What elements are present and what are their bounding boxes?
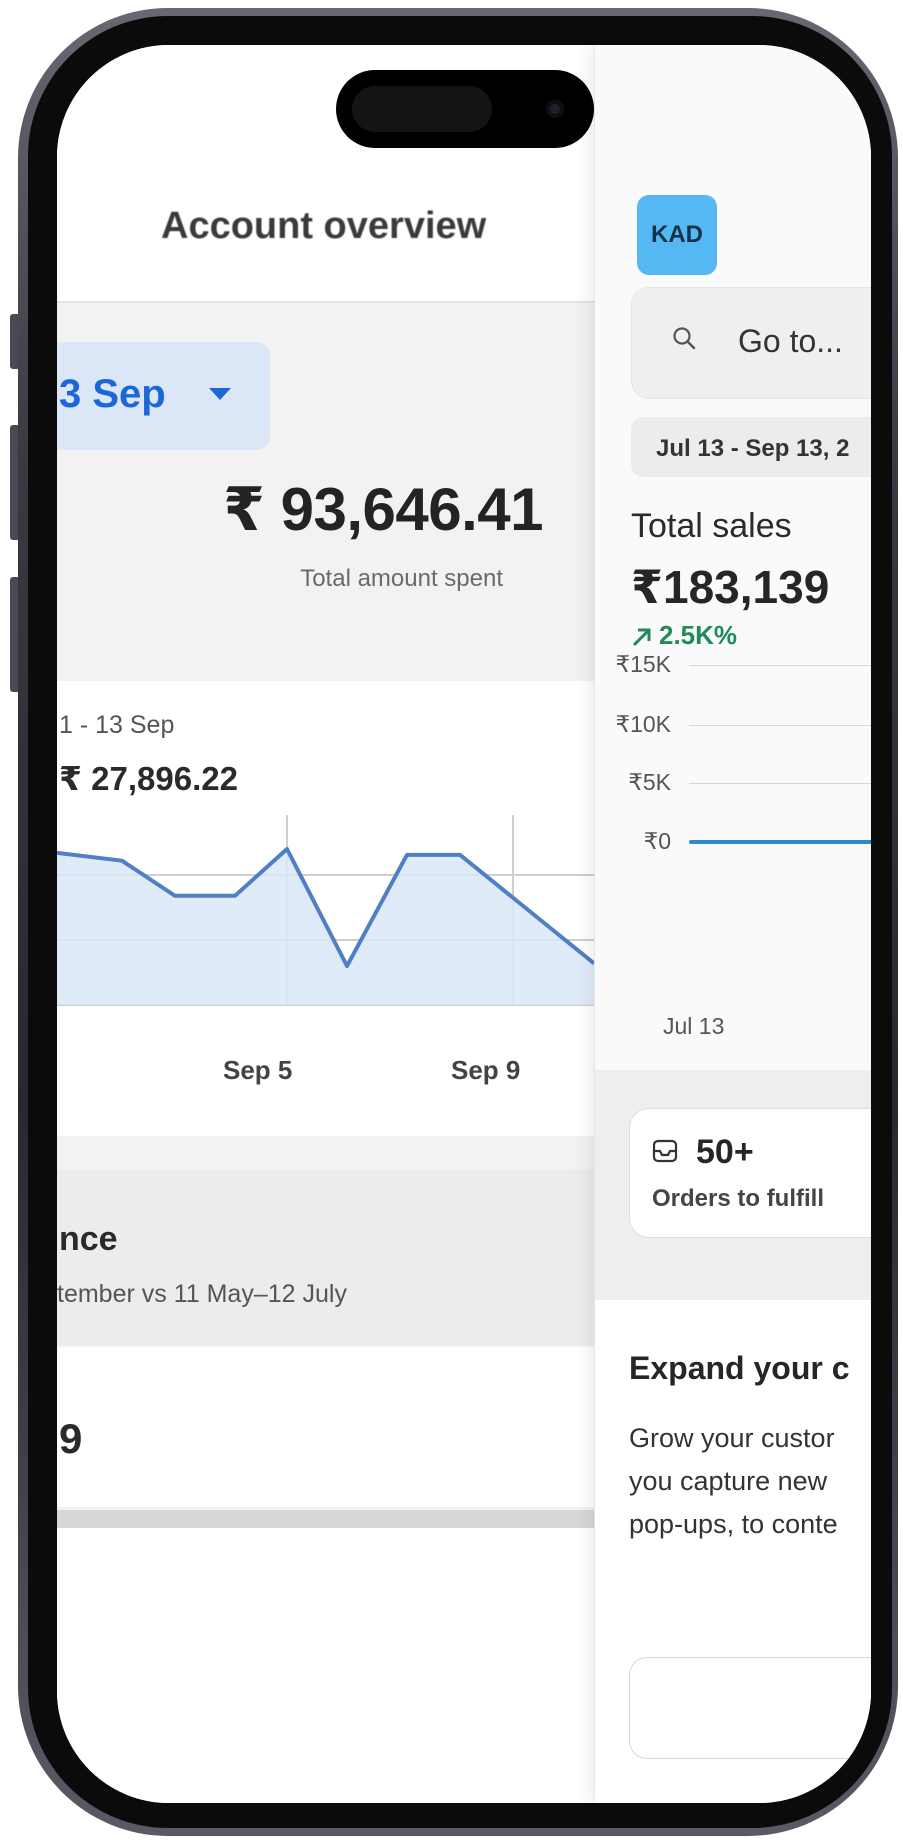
expand-card-body: Grow your custor you capture new pop-ups… — [629, 1423, 838, 1539]
section-separator — [57, 1510, 594, 1528]
stat-value: 9 — [59, 1415, 83, 1462]
performance-title: nce — [59, 1220, 118, 1258]
grid-line — [689, 783, 871, 784]
search-placeholder: Go to... — [738, 323, 843, 359]
y-tick-label: ₹15K — [615, 651, 671, 677]
grid-line — [689, 725, 871, 726]
grid-line — [689, 665, 871, 666]
x-tick-label: Jul 13 — [663, 1013, 725, 1039]
divider — [57, 301, 594, 303]
sensor — [352, 86, 492, 132]
performance-subtitle: tember vs 11 May–12 July — [57, 1280, 347, 1308]
dynamic-island — [336, 70, 594, 148]
camera-icon — [546, 100, 564, 118]
expand-card-title: Expand your c — [629, 1350, 850, 1386]
spend-area-chart — [57, 815, 594, 1006]
date-range-dropdown[interactable]: 3 Sep — [57, 342, 270, 450]
date-range-button[interactable]: Jul 13 - Sep 13, 2 — [631, 417, 871, 477]
orders-label: Orders to fulfill — [652, 1185, 825, 1212]
performance-card[interactable] — [57, 1170, 594, 1345]
sales-change-value: 2.5K% — [659, 620, 738, 650]
shopify-panel: KAD Go to... Jul 13 - Sep 13, 2 Total sa… — [595, 45, 871, 1803]
y-tick-label: ₹0 — [643, 828, 671, 854]
total-sales-label: Total sales — [631, 507, 792, 545]
footer-area — [57, 1528, 594, 1803]
store-avatar[interactable]: KAD — [637, 195, 717, 275]
sales-change-badge: 2.5K% — [631, 620, 737, 651]
y-tick-label: ₹10K — [615, 711, 671, 737]
date-range-label: Jul 13 - Sep 13, 2 — [656, 435, 850, 462]
caret-down-icon — [209, 388, 231, 400]
search-input[interactable]: Go to... — [631, 287, 871, 399]
stat-card — [57, 1347, 594, 1507]
y-tick-label: ₹5K — [628, 769, 671, 795]
total-sales-value: ₹183,139 — [631, 561, 830, 613]
search-icon — [673, 327, 696, 350]
orders-count: 50+ — [696, 1133, 754, 1171]
ads-manager-panel: Account overview 3 Sep ₹ 93,646.41 Total… — [57, 45, 594, 1803]
orders-to-fulfill-card[interactable]: 50+ Orders to fulfill — [629, 1108, 871, 1238]
arrow-up-right-icon — [632, 628, 651, 647]
sales-line — [689, 840, 871, 844]
inbox-icon — [652, 1139, 678, 1163]
total-amount-caption: Total amount spent — [300, 565, 503, 592]
phone-screen: Account overview 3 Sep ₹ 93,646.41 Total… — [57, 45, 871, 1803]
date-range-label: 3 Sep — [59, 372, 166, 416]
page-title: Account overview — [161, 205, 487, 247]
x-tick-label: Sep 9 — [451, 1055, 521, 1085]
total-amount-spent: ₹ 93,646.41 — [223, 476, 543, 543]
chart-date-range: 1 - 13 Sep — [59, 711, 175, 739]
x-tick-label: Sep 5 — [223, 1055, 293, 1085]
action-button[interactable] — [629, 1657, 871, 1759]
